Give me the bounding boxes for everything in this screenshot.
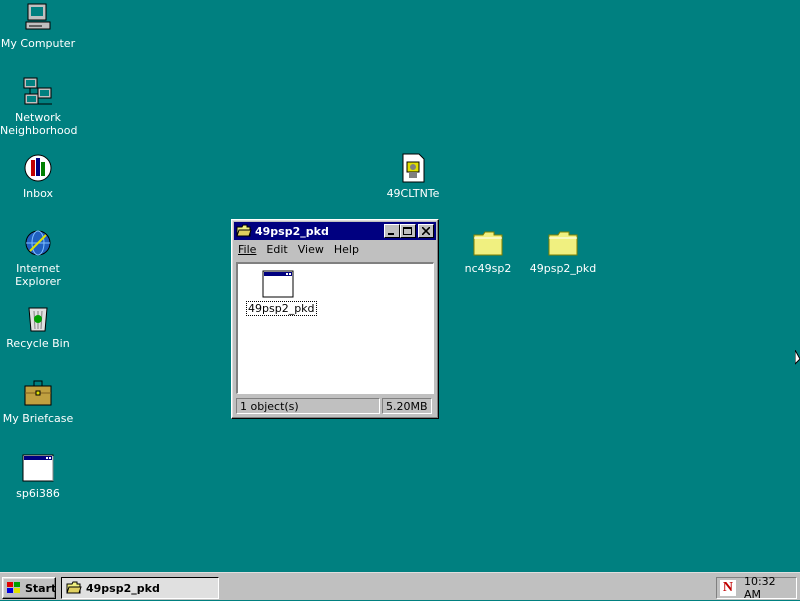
minimize-button[interactable] <box>384 224 400 238</box>
netscape-icon[interactable]: N <box>720 580 736 596</box>
installer-icon <box>397 152 429 184</box>
desktop-icon-label: Inbox <box>22 187 54 200</box>
status-bar: 1 object(s) 5.20MB <box>236 398 434 416</box>
file-item-label: 49psp2_pkd <box>246 301 317 316</box>
menu-file[interactable]: File <box>238 243 256 256</box>
desktop-icon-internet-explorer[interactable]: Internet Explorer <box>0 227 76 288</box>
desktop-icon-label: 49psp2_pkd <box>529 262 597 275</box>
desktop-icon-label: Network Neighborhood <box>0 111 78 137</box>
file-item[interactable]: 49psp2_pkd <box>246 268 317 316</box>
folder-window[interactable]: 49psp2_pkd File Edit View Help 49psp2_pk… <box>231 219 439 419</box>
desktop-icon-label: 49CLTNTe <box>386 187 440 200</box>
recycle-bin-icon <box>22 302 54 334</box>
desktop-icon-49psp2-pkd[interactable]: 49psp2_pkd <box>525 227 601 275</box>
folder-icon <box>472 227 504 259</box>
desktop-icon-49cltnte[interactable]: 49CLTNTe <box>375 152 451 200</box>
menu-help[interactable]: Help <box>334 243 359 256</box>
inbox-icon <box>22 152 54 184</box>
windows-logo-icon <box>6 581 22 595</box>
desktop-icon-nc49sp2[interactable]: nc49sp2 <box>450 227 526 275</box>
netscape-letter: N <box>722 580 734 595</box>
start-label: Start <box>25 581 57 595</box>
menu-edit[interactable]: Edit <box>266 243 287 256</box>
mouse-cursor <box>794 348 800 366</box>
folder-icon <box>547 227 579 259</box>
taskbar-button-label: 49psp2_pkd <box>86 581 160 595</box>
taskbar-button-49psp2-pkd[interactable]: 49psp2_pkd <box>61 577 219 599</box>
system-tray: N 10:32 AM <box>716 575 797 601</box>
desktop-icon-label: My Computer <box>0 37 76 50</box>
window-title: 49psp2_pkd <box>255 224 329 238</box>
internet-explorer-icon <box>22 227 54 259</box>
start-button[interactable]: Start <box>2 577 56 599</box>
desktop-icon-network-neighborhood[interactable]: Network Neighborhood <box>0 76 78 137</box>
desktop-icon-label: Internet Explorer <box>15 262 61 288</box>
window-titlebar[interactable]: 49psp2_pkd <box>234 222 436 240</box>
status-object-count: 1 object(s) <box>236 398 380 414</box>
program-icon <box>22 452 54 484</box>
desktop-icon-sp6i386[interactable]: sp6i386 <box>0 452 76 500</box>
folder-content-area[interactable]: 49psp2_pkd <box>236 262 434 394</box>
desktop-icon-recycle-bin[interactable]: Recycle Bin <box>0 302 76 350</box>
open-folder-icon <box>66 581 82 595</box>
clock[interactable]: 10:32 AM <box>744 575 796 601</box>
computer-icon <box>22 2 54 34</box>
maximize-button[interactable] <box>400 224 416 238</box>
close-button[interactable] <box>418 224 434 238</box>
taskbar: Start 49psp2_pkd N 10:32 AM <box>0 572 800 601</box>
desktop-icon-my-briefcase[interactable]: My Briefcase <box>0 377 76 425</box>
network-icon <box>22 76 54 108</box>
status-size: 5.20MB <box>382 398 432 414</box>
desktop-icon-label: sp6i386 <box>16 487 60 500</box>
desktop-icon-label: My Briefcase <box>2 412 74 425</box>
desktop-icon-my-computer[interactable]: My Computer <box>0 2 76 50</box>
program-icon <box>262 268 294 300</box>
menu-view[interactable]: View <box>298 243 324 256</box>
menu-bar: File Edit View Help <box>234 240 436 259</box>
briefcase-icon <box>22 377 54 409</box>
open-folder-icon <box>236 224 252 238</box>
desktop-icon-label: Recycle Bin <box>6 337 70 350</box>
desktop-icon-label: nc49sp2 <box>464 262 512 275</box>
desktop-icon-inbox[interactable]: Inbox <box>0 152 76 200</box>
